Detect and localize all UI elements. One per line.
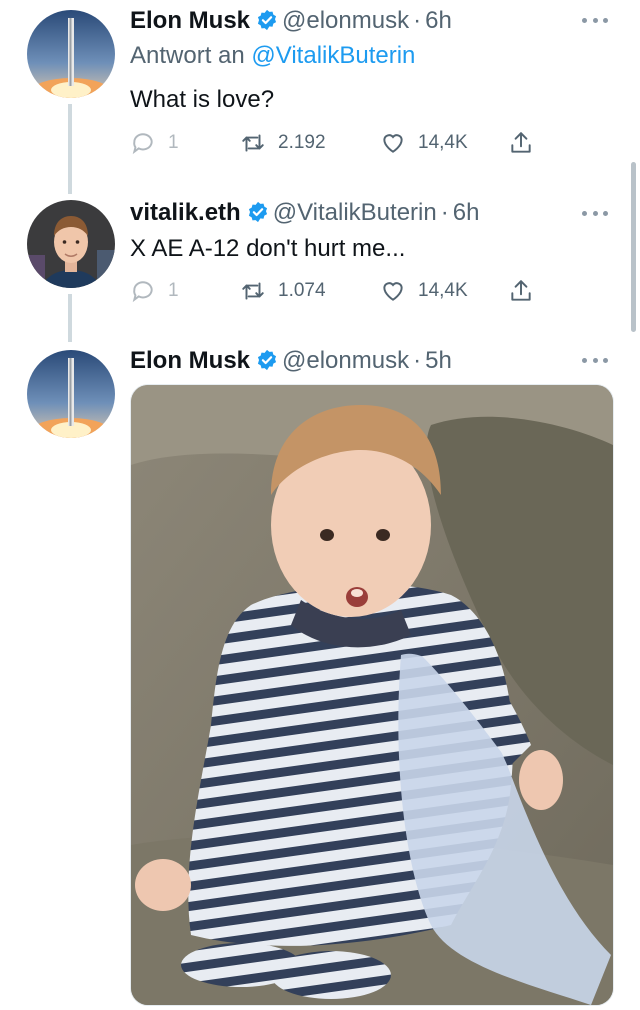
share-icon (511, 132, 531, 153)
reply-count: 1 (168, 132, 179, 153)
retweet-icon (242, 134, 264, 152)
tweet-header: vitalik.eth @VitalikButerin · 6h (130, 198, 479, 228)
replying-to-line: Antwort an @VitalikButerin (130, 41, 415, 71)
tweet-1[interactable]: Elon Musk @elonmusk · 6h Antwort an @Vitali… (0, 0, 640, 200)
verified-badge-icon (256, 9, 278, 31)
replying-to-handle-link[interactable]: @VitalikButerin (251, 42, 415, 69)
author-handle[interactable]: @VitalikButerin (273, 199, 437, 226)
more-options-button[interactable] (582, 358, 608, 366)
rocket-launch-icon (27, 350, 115, 438)
retweet-icon (242, 282, 264, 300)
dot-separator: · (413, 347, 422, 374)
elon-avatar[interactable] (27, 350, 115, 438)
author-name[interactable]: Elon Musk (130, 347, 250, 374)
rocket-launch-icon (27, 10, 115, 98)
retweet-button[interactable]: 2.192 (240, 128, 326, 158)
scrollbar[interactable] (631, 162, 636, 332)
thread-connector (68, 294, 72, 342)
tweet-2[interactable]: vitalik.eth @VitalikButerin · 6h X AE A-12 … (0, 190, 640, 342)
dot-separator: · (440, 199, 449, 226)
thread-connector (68, 104, 72, 194)
tweet-text: X AE A-12 don't hurt me... (130, 235, 406, 262)
share-button[interactable] (508, 276, 546, 306)
verified-badge-icon (256, 349, 278, 371)
elon-avatar[interactable] (27, 10, 115, 98)
tweet-header: Elon Musk @elonmusk · 5h (130, 346, 452, 376)
tweet-actions: 1 1.074 14,4K (130, 276, 570, 306)
heart-icon (383, 134, 403, 153)
reply-button[interactable]: 1 (130, 128, 179, 158)
tweet-text: What is love? (130, 86, 275, 113)
toddler-photo-image (131, 385, 613, 1005)
author-handle[interactable]: @elonmusk (282, 347, 409, 374)
person-portrait-icon (27, 200, 115, 288)
author-name[interactable]: Elon Musk (130, 7, 250, 34)
reply-button[interactable]: 1 (130, 276, 179, 306)
more-options-button[interactable] (582, 211, 608, 219)
like-count: 14,4K (418, 280, 468, 301)
reply-count: 1 (168, 280, 179, 301)
author-name[interactable]: vitalik.eth (130, 199, 241, 226)
like-button[interactable]: 14,4K (380, 128, 468, 158)
tweet-time[interactable]: 5h (425, 347, 452, 374)
like-count: 14,4K (418, 132, 468, 153)
tweet-actions: 1 2.192 14,4K (130, 128, 570, 158)
tweet-media-photo[interactable] (130, 384, 614, 1006)
reply-icon (132, 281, 153, 303)
like-button[interactable]: 14,4K (380, 276, 468, 306)
heart-icon (383, 282, 403, 301)
reply-icon (132, 133, 153, 155)
replying-to-label: Antwort an (130, 42, 245, 69)
share-button[interactable] (508, 128, 546, 158)
vitalik-avatar[interactable] (27, 200, 115, 288)
verified-badge-icon (247, 201, 269, 223)
retweet-count: 2.192 (278, 132, 326, 153)
author-handle[interactable]: @elonmusk (282, 7, 409, 34)
tweet-header: Elon Musk @elonmusk · 6h (130, 6, 452, 36)
tweet-time[interactable]: 6h (453, 199, 480, 226)
share-icon (511, 280, 531, 301)
retweet-button[interactable]: 1.074 (240, 276, 326, 306)
dot-separator: · (413, 7, 422, 34)
retweet-count: 1.074 (278, 280, 326, 301)
more-options-button[interactable] (582, 18, 608, 26)
tweet-time[interactable]: 6h (425, 7, 452, 34)
